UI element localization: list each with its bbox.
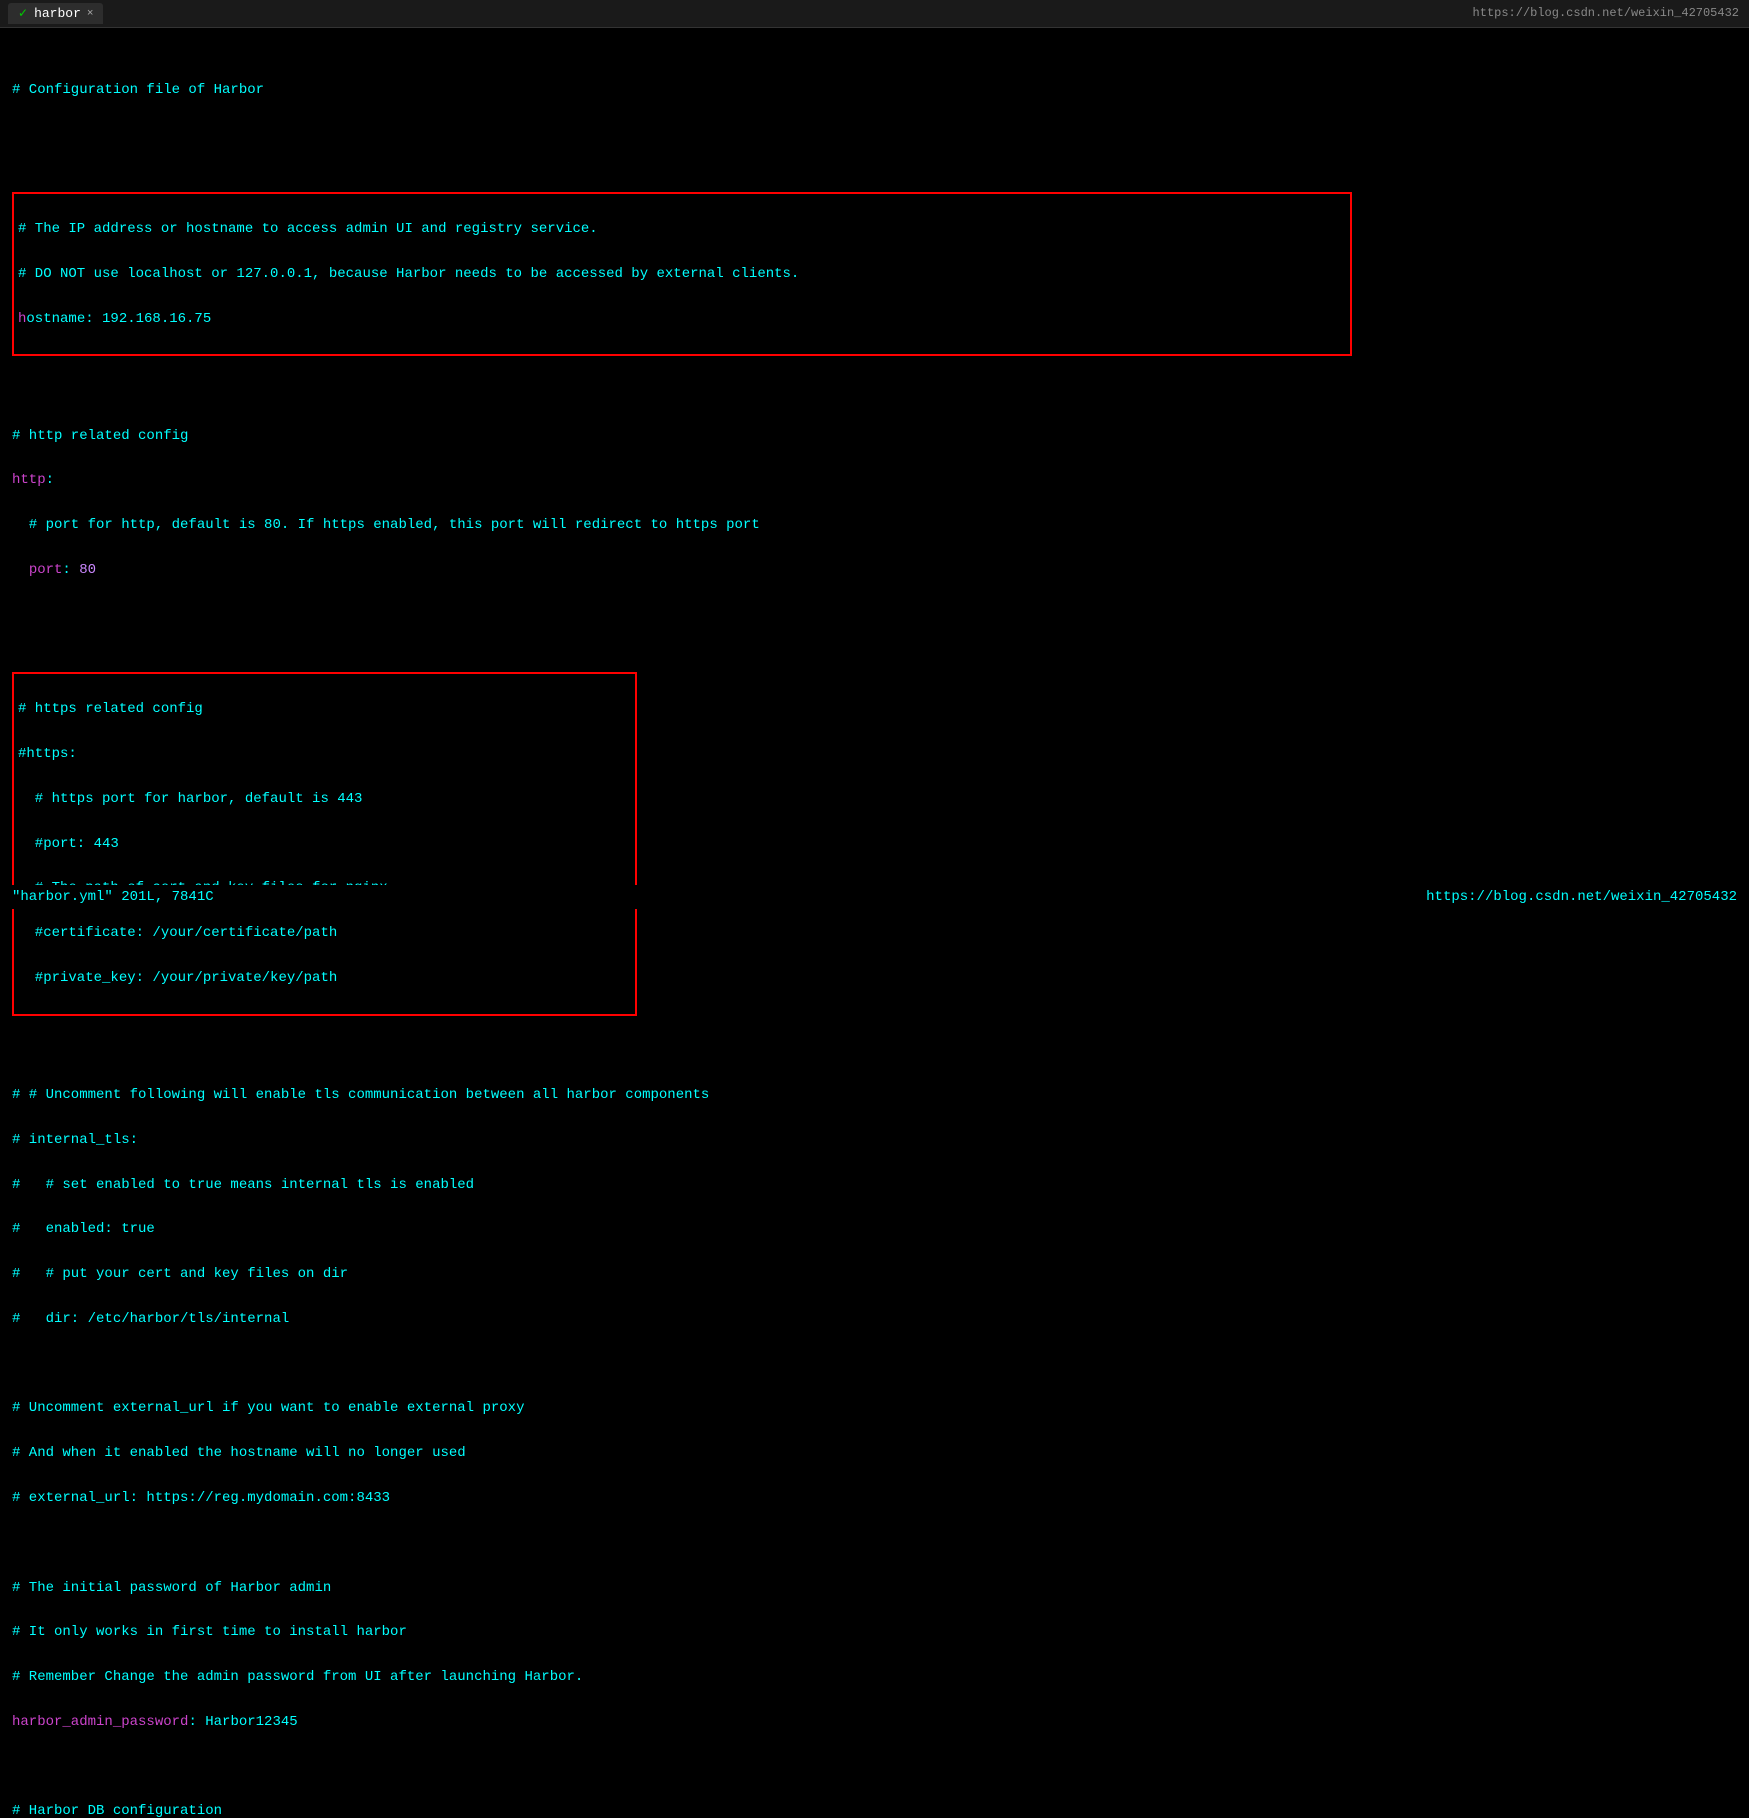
- tab-icon: ✓: [18, 6, 28, 21]
- line-external-url: # external_url: https://reg.mydomain.com…: [12, 1487, 1737, 1509]
- line-https-key-path: #private_key: /your/private/key/path: [18, 967, 631, 989]
- line-internal-tls: # internal_tls:: [12, 1129, 1737, 1151]
- line-blank-3: [12, 604, 1737, 626]
- line-https-cert: #certificate: /your/certificate/path: [18, 922, 631, 944]
- line-port: port: 80: [12, 559, 1737, 581]
- line-initial-password-comment: # The initial password of Harbor admin: [12, 1577, 1737, 1599]
- line-and-when: # And when it enabled the hostname will …: [12, 1442, 1737, 1464]
- line-db-comment: # Harbor DB configuration: [12, 1800, 1737, 1818]
- editor-content: # Configuration file of Harbor # The IP …: [0, 28, 1749, 1818]
- line-https-comment: # https related config: [18, 698, 631, 720]
- https-block: # https related config #https: # https p…: [12, 672, 637, 1016]
- line-https-port: #port: 443: [18, 833, 631, 855]
- line-ip-comment: # The IP address or hostname to access a…: [18, 218, 1346, 240]
- line-remember-change-comment: # Remember Change the admin password fro…: [12, 1666, 1737, 1688]
- line-blank-5: [12, 1353, 1737, 1375]
- line-uncomment-external: # Uncomment external_url if you want to …: [12, 1397, 1737, 1419]
- line-uncomment-tls: # # Uncomment following will enable tls …: [12, 1084, 1737, 1106]
- line-blank-1: [12, 124, 1737, 146]
- line-1: # Configuration file of Harbor: [12, 79, 1737, 101]
- line-http-comment: # http related config: [12, 425, 1737, 447]
- line-set-enabled: # # set enabled to true means internal t…: [12, 1174, 1737, 1196]
- line-http-key: http:: [12, 469, 1737, 491]
- status-url: https://blog.csdn.net/weixin_42705432: [1426, 889, 1737, 905]
- line-blank-6: [12, 1532, 1737, 1554]
- line-dir: # dir: /etc/harbor/tls/internal: [12, 1308, 1737, 1330]
- editor-tab[interactable]: ✓ harbor ×: [8, 3, 103, 24]
- line-blank-7: [12, 1756, 1737, 1778]
- line-put-cert: # # put your cert and key files on dir: [12, 1263, 1737, 1285]
- status-file-info: "harbor.yml" 201L, 7841C: [12, 889, 214, 905]
- line-first-time-comment: # It only works in first time to install…: [12, 1621, 1737, 1643]
- line-blank-2: [12, 380, 1737, 402]
- line-enabled-true: # enabled: true: [12, 1218, 1737, 1240]
- title-bar: ✓ harbor × https://blog.csdn.net/weixin_…: [0, 0, 1749, 28]
- url-bar: https://blog.csdn.net/weixin_42705432: [1473, 6, 1739, 20]
- status-bar: "harbor.yml" 201L, 7841C https://blog.cs…: [0, 885, 1749, 909]
- line-admin-password: harbor_admin_password: Harbor12345: [12, 1711, 1737, 1733]
- line-blank-4: [12, 1039, 1737, 1061]
- line-hostname: hostname: 192.168.16.75: [18, 308, 1346, 330]
- hostname-block: # The IP address or hostname to access a…: [12, 192, 1352, 357]
- line-port-comment: # port for http, default is 80. If https…: [12, 514, 1737, 536]
- line-localhost-comment: # DO NOT use localhost or 127.0.0.1, bec…: [18, 263, 1346, 285]
- tab-close-button[interactable]: ×: [87, 8, 94, 20]
- tab-label: harbor: [34, 6, 81, 21]
- line-https-port-comment: # https port for harbor, default is 443: [18, 788, 631, 810]
- line-https-key: #https:: [18, 743, 631, 765]
